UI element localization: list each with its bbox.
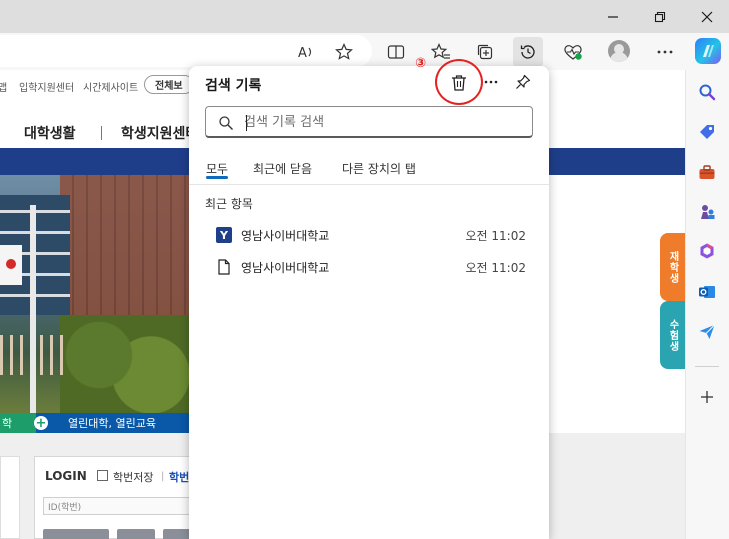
split-screen-button[interactable] [381,37,411,67]
tag-icon [700,125,714,139]
profile-avatar[interactable] [608,40,630,62]
tab-other-devices[interactable]: 다른 장치의 탭 [342,160,416,177]
browser-essentials-button[interactable] [558,37,588,67]
sidebar-games-button[interactable] [696,201,718,223]
history-more-button[interactable] [479,70,503,94]
sidebar-divider [695,366,719,367]
sidebar-shopping-button[interactable] [696,121,718,143]
highlight-circle [435,59,483,105]
step-marker: ③ [415,56,427,71]
page-icon [216,259,232,275]
history-search-input[interactable] [244,111,524,133]
login-small-button-1[interactable] [43,529,109,539]
copilot-icon [703,45,714,57]
collections-icon [477,44,493,60]
active-tab-indicator [206,176,228,179]
restore-button[interactable] [645,5,675,29]
login-title: LOGIN [45,469,87,483]
split-screen-icon [387,45,405,59]
page-icon-shape [218,259,230,275]
close-button[interactable] [692,5,722,29]
banner-flagpole [30,205,36,413]
tab-all[interactable]: 모두 [206,160,228,177]
sidebar-office-button[interactable] [696,240,718,262]
search-icon [699,84,716,101]
history-item-title: 영남사이버대학교 [241,229,330,243]
close-icon [701,11,713,23]
minimize-icon [608,16,618,18]
section-recent-items: 최근 항목 [205,197,253,211]
strip-slogan: 열린대학, 열린교육 [68,417,156,430]
login-small-button-2[interactable] [117,529,155,539]
student-id-placeholder: ID(학번) [48,502,82,513]
sidebar-add-button[interactable] [696,386,718,408]
history-item-title: 영남사이버대학교 [241,261,330,275]
tab-recently-closed[interactable]: 최근에 닫음 [253,160,312,177]
pin-panel-button[interactable] [511,70,535,94]
sidebar-drop-button[interactable] [696,321,718,343]
sidebar-search-button[interactable] [696,81,718,103]
sidebar-tools-button[interactable] [696,161,718,183]
star-icon [335,43,353,60]
pin-icon [516,74,531,89]
side-tab-current-student[interactable]: 재학생 [660,233,685,301]
title-bar [0,0,729,33]
history-panel-title: 검색 기록 [205,78,262,94]
main-banner-image [0,175,190,413]
history-item-time: 오전 11:02 [465,261,526,275]
favorites-list-icon [431,43,450,59]
top-link-parttime[interactable]: 시간제사이트 [83,79,138,94]
login-separator: | [161,471,165,482]
chess-icon [701,205,715,219]
left-content-box [0,456,20,539]
history-item[interactable]: 영남사이버대학교 오전 11:02 [189,252,549,282]
office-icon [700,243,714,259]
y-favicon-icon: Y [216,227,232,243]
strip-left-text: 학 [2,417,13,430]
svg-text:A: A [298,46,307,60]
login-id-link[interactable]: 학번 [169,469,189,485]
side-tab-applicant[interactable]: 수험생 [660,301,685,369]
outlook-icon [699,286,715,298]
student-id-field[interactable]: ID(학번) [43,497,193,515]
plus-icon[interactable]: + [34,416,48,430]
top-link-map[interactable]: 맵 [0,79,7,94]
read-aloud-icon: A [298,46,312,60]
sidebar-outlook-button[interactable] [696,281,718,303]
save-id-label[interactable]: 학번저장 [113,469,153,485]
send-icon [699,324,715,339]
nav-item-student-support[interactable]: 학생지원센터 [121,123,198,143]
history-search-box[interactable] [205,106,533,138]
search-icon [219,116,233,130]
add-icon [701,391,713,403]
more-dots-icon [484,80,498,84]
all-view-button[interactable]: 전체보 [144,75,194,94]
tabs-divider [189,184,549,185]
history-button[interactable] [513,37,543,67]
restore-icon [654,11,666,23]
text-caret [246,115,247,131]
toolbox-icon [699,165,715,179]
banner-trees [60,315,190,413]
save-id-checkbox[interactable] [97,470,108,481]
nav-item-campus-life[interactable]: 대학생활 [24,123,76,143]
heart-pulse-icon [564,45,582,60]
top-link-admission[interactable]: 입학지원센터 [19,79,74,94]
favorite-star-button[interactable] [329,37,359,67]
collections-button[interactable] [470,37,500,67]
minimize-button[interactable] [598,5,628,29]
history-item-time: 오전 11:02 [465,229,526,243]
history-panel: 검색 기록 ③ 모두 최근에 닫음 다른 장치의 탭 최근 항목 Y 영남사이버… [189,56,549,539]
read-aloud-button[interactable]: A [291,37,321,67]
copilot-button[interactable] [695,38,721,64]
strip-left-label: 학 [0,413,36,433]
banner-caption-strip: 학 + 열린대학, 열린교육 [0,413,190,433]
login-box: LOGIN 학번저장 | 학번 ID(학번) [34,456,194,539]
banner-flag [0,245,22,285]
history-icon [520,45,535,59]
nav-separator [101,126,102,140]
history-item[interactable]: Y 영남사이버대학교 오전 11:02 [189,220,549,250]
more-options-button[interactable] [650,37,680,67]
more-dots-icon [657,50,673,54]
